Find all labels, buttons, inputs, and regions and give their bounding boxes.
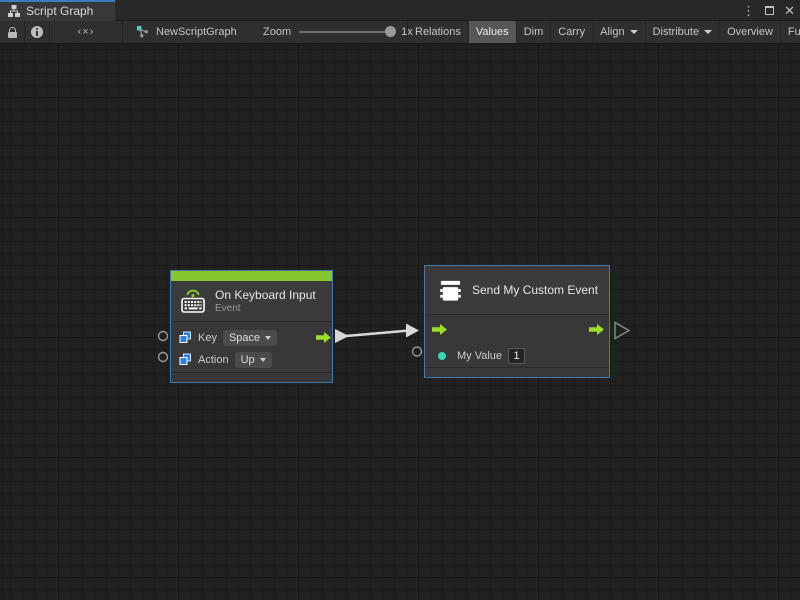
tab-title: Script Graph — [26, 4, 93, 18]
key-port-row: Key Space — [179, 327, 277, 348]
node-header[interactable]: Send My Custom Event — [425, 266, 609, 314]
lock-button[interactable] — [0, 21, 25, 43]
action-dropdown-value: Up — [241, 354, 255, 366]
toolbar-buttons: Relations Values Dim Carry Align Distrib… — [407, 21, 800, 43]
trigger-output-arrow-icon[interactable] — [588, 323, 605, 336]
node-footer — [425, 367, 609, 377]
chevron-down-icon — [265, 336, 271, 340]
close-icon[interactable]: ✕ — [784, 4, 795, 17]
align-button[interactable]: Align — [592, 21, 644, 43]
node-send-my-custom-event[interactable]: Send My Custom Event My Value 1 — [424, 265, 610, 378]
chevron-down-icon — [704, 30, 712, 34]
relations-button[interactable]: Relations — [407, 21, 468, 43]
values-button[interactable]: Values — [468, 21, 516, 43]
fullscreen-button[interactable]: Full Screen — [780, 21, 800, 43]
keyboard-input-icon — [179, 288, 207, 314]
graph-asset-reference[interactable]: NewScriptGraph — [136, 21, 237, 43]
node-ports: My Value 1 — [425, 314, 609, 367]
dim-button[interactable]: Dim — [516, 21, 551, 43]
active-tab-accent — [0, 0, 115, 2]
code-view-button[interactable]: ‹×› — [50, 21, 123, 43]
chevron-down-icon — [260, 358, 266, 362]
graph-toolbar: ‹×› NewScriptGraph Zoom 1x Relations Val… — [0, 21, 800, 44]
port-action-input-circle[interactable] — [159, 353, 168, 362]
trigger-output-arrow-icon[interactable] — [315, 331, 332, 344]
lock-icon — [8, 32, 17, 38]
connection-wire-end-arrow — [406, 324, 419, 338]
distribute-button-label: Distribute — [653, 26, 699, 38]
zoom-slider[interactable] — [299, 21, 394, 43]
connections-overlay — [0, 44, 800, 600]
my-value-port-row: My Value 1 — [438, 345, 525, 366]
carry-button[interactable]: Carry — [550, 21, 592, 43]
trigger-input-arrow-icon[interactable] — [431, 323, 448, 336]
zoom-control: Zoom 1x — [263, 21, 413, 43]
value-type-dot-icon — [438, 352, 446, 360]
info-button[interactable] — [25, 21, 50, 43]
my-value-input[interactable]: 1 — [508, 348, 525, 364]
connection-wire[interactable] — [346, 331, 409, 337]
node-title: Send My Custom Event — [472, 283, 598, 298]
node-subtitle: Event — [215, 303, 316, 315]
enum-type-icon — [179, 331, 192, 344]
window-menu-icon[interactable]: ⋮ — [742, 4, 755, 17]
window-tab-bar: Script Graph ⋮ ✕ — [0, 0, 800, 21]
port-key-input-circle[interactable] — [159, 332, 168, 341]
code-view-icon: ‹×› — [78, 26, 95, 38]
key-port-label: Key — [198, 332, 217, 344]
tab-script-graph[interactable]: Script Graph — [0, 0, 115, 21]
node-header[interactable]: On Keyboard Input Event — [171, 281, 332, 321]
node-title-block: On Keyboard Input Event — [215, 288, 316, 315]
connection-wire-start-arrow — [335, 329, 349, 343]
graph-canvas[interactable]: On Keyboard Input Event Key Space — [0, 44, 800, 600]
my-value-label: My Value — [457, 350, 502, 362]
graph-name-label: NewScriptGraph — [156, 26, 237, 38]
action-port-label: Action — [198, 354, 229, 366]
node-title: On Keyboard Input — [215, 288, 316, 303]
maximize-icon[interactable] — [765, 6, 774, 15]
key-dropdown[interactable]: Space — [223, 330, 277, 346]
node-on-keyboard-input[interactable]: On Keyboard Input Event Key Space — [170, 270, 333, 383]
script-graph-window: Script Graph ⋮ ✕ ‹×› NewScriptGraph — [0, 0, 800, 600]
graph-asset-icon — [136, 25, 150, 39]
node-footer — [171, 372, 332, 382]
info-icon — [31, 26, 43, 38]
zoom-slider-handle[interactable] — [385, 26, 396, 37]
zoom-slider-track[interactable] — [299, 31, 394, 33]
overview-button[interactable]: Overview — [719, 21, 780, 43]
event-accent-bar — [171, 271, 332, 281]
align-button-label: Align — [600, 26, 624, 38]
custom-event-icon — [438, 278, 463, 303]
distribute-button[interactable]: Distribute — [645, 21, 719, 43]
enum-type-icon — [179, 353, 192, 366]
port-my-value-input-circle[interactable] — [413, 347, 422, 356]
key-dropdown-value: Space — [229, 332, 260, 344]
window-controls: ⋮ ✕ — [742, 0, 795, 21]
script-graph-icon — [8, 5, 20, 17]
zoom-label: Zoom — [263, 26, 291, 38]
action-dropdown[interactable]: Up — [235, 352, 272, 368]
node-ports: Key Space Action Up — [171, 321, 332, 372]
port-trigger-output-triangle[interactable] — [615, 323, 629, 339]
chevron-down-icon — [630, 30, 638, 34]
action-port-row: Action Up — [179, 349, 272, 370]
